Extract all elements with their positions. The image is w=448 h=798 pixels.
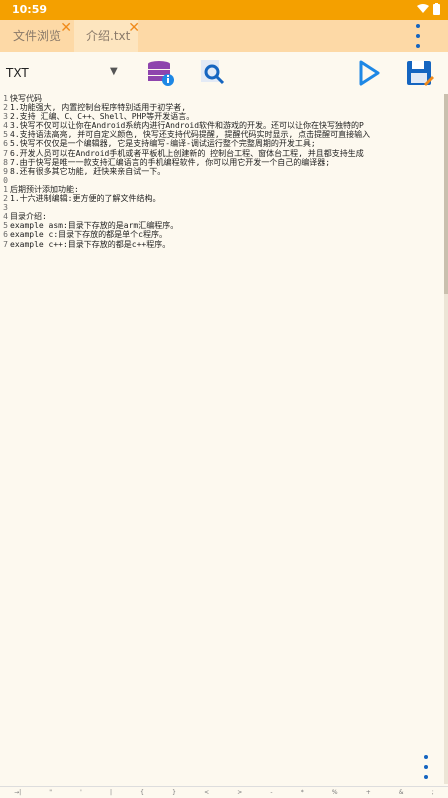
line-number: 6	[3, 139, 8, 149]
symbol-key[interactable]: }	[172, 789, 176, 796]
line-number-gutter: 12345678901234567	[0, 94, 8, 249]
tab-file-browser[interactable]: 文件浏览 ✕	[0, 20, 74, 52]
search-icon[interactable]	[198, 58, 228, 88]
line-number: 2	[3, 103, 8, 113]
line-number: 5	[3, 221, 8, 231]
code-line[interactable]	[10, 203, 444, 212]
line-number: 1	[3, 184, 8, 194]
code-line[interactable]: 快写代码	[10, 94, 444, 103]
symbol-bar: →| " ' | {} < > - *% + &;	[0, 786, 448, 798]
line-number: 4	[3, 212, 8, 222]
symbol-key[interactable]: →|	[14, 789, 21, 796]
status-time: 10:59	[12, 3, 48, 16]
symbol-key[interactable]: <	[204, 789, 209, 796]
battery-icon	[433, 3, 440, 15]
line-number: 7	[3, 148, 8, 158]
line-number: 3	[3, 112, 8, 122]
code-line[interactable]: 2.支持 汇编、C、C++、Shell、PHP等开发语言。	[10, 112, 444, 121]
tab-label: 介绍.txt	[86, 29, 131, 43]
line-number: 4	[3, 121, 8, 131]
more-options-icon[interactable]	[422, 755, 430, 779]
symbol-key[interactable]: >	[237, 789, 242, 796]
line-number: 8	[3, 157, 8, 167]
code-line[interactable]: 8.还有很多其它功能, 赶快来亲自试一下。	[10, 167, 444, 176]
code-line[interactable]: 3.快写不仅可以让你在Android系统内进行Android软件和游戏的开发。还…	[10, 121, 444, 130]
line-number: 5	[3, 130, 8, 140]
tab-label: 文件浏览	[12, 29, 61, 43]
code-editor[interactable]: 12345678901234567 快写代码 1.功能强大, 内置控制台程序特别适…	[0, 94, 448, 784]
symbol-key[interactable]: &	[399, 789, 404, 796]
symbol-key[interactable]: |	[110, 789, 112, 796]
line-number: 0	[3, 175, 8, 185]
database-info-icon[interactable]	[146, 58, 176, 88]
code-line[interactable]: 7.由于快写是唯一一款支持汇编语言的手机编程软件, 你可以用它开发一个自己的编译…	[10, 158, 444, 167]
code-line[interactable]: example c++:目录下存放的都是c++程序。	[10, 240, 444, 249]
code-line[interactable]: 目录介绍:	[10, 212, 444, 221]
line-number: 9	[3, 166, 8, 176]
code-line[interactable]: 1.功能强大, 内置控制台程序特别适用于初学者,	[10, 103, 444, 112]
language-select[interactable]: TXT	[6, 66, 29, 80]
scrollbar[interactable]	[444, 94, 448, 784]
scrollbar-thumb[interactable]	[444, 94, 448, 294]
code-line[interactable]: 后期预计添加功能:	[10, 185, 444, 194]
symbol-key[interactable]: "	[49, 789, 52, 796]
run-icon[interactable]	[354, 58, 384, 88]
symbol-key[interactable]: {	[140, 789, 144, 796]
code-text[interactable]: 快写代码 1.功能强大, 内置控制台程序特别适用于初学者, 2.支持 汇编、C、C+…	[10, 94, 444, 249]
code-line[interactable]: 1.十六进制编辑:更方便的了解文件结构。	[10, 194, 444, 203]
code-line[interactable]: example c:目录下存放的都是单个c程序。	[10, 230, 444, 239]
overflow-menu-icon[interactable]	[414, 24, 422, 48]
wifi-icon	[417, 4, 429, 13]
dropdown-arrow-icon[interactable]: ▼	[110, 66, 118, 77]
symbol-key[interactable]: +	[366, 789, 371, 796]
symbol-key[interactable]: -	[270, 789, 272, 796]
code-line[interactable]	[10, 176, 444, 185]
line-number: 7	[3, 239, 8, 249]
status-icons	[417, 3, 440, 15]
symbol-key[interactable]: %	[332, 789, 338, 796]
symbol-key[interactable]: '	[80, 789, 82, 796]
symbol-key[interactable]: *	[301, 789, 304, 796]
code-line[interactable]: 5.快写不仅仅是一个编辑器, 它是支持编写-编译-调试运行整个完整周期的开发工具…	[10, 139, 444, 148]
close-icon[interactable]: ✕	[60, 12, 72, 44]
line-number: 6	[3, 230, 8, 240]
toolbar: TXT ▼	[0, 52, 448, 94]
line-number: 3	[3, 203, 8, 213]
close-icon[interactable]: ✕	[128, 12, 140, 44]
symbol-key[interactable]: ;	[432, 789, 434, 796]
line-number: 2	[3, 194, 8, 204]
tab-bar: 文件浏览 ✕ 介绍.txt ✕	[0, 20, 448, 52]
save-icon[interactable]	[404, 58, 434, 88]
tab-intro-txt[interactable]: 介绍.txt ✕	[74, 20, 140, 52]
code-line[interactable]: 6.开发人员可以在Android手机或者平板机上创建新的 控制台工程、窗体台工程…	[10, 149, 444, 158]
line-number: 1	[3, 94, 8, 103]
